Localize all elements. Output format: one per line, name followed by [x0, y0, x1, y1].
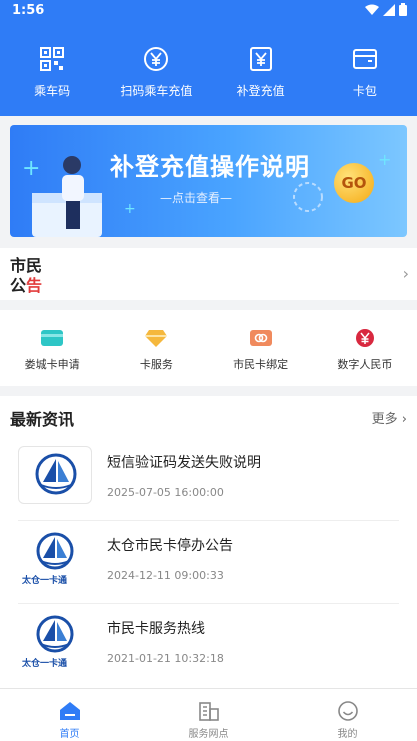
- signal-icon: [383, 3, 395, 16]
- go-button[interactable]: GO: [334, 163, 374, 203]
- smiley-icon: [337, 701, 358, 721]
- news-item[interactable]: 短信验证码发送失败说明 2025-07-05 16:00:00: [18, 438, 399, 521]
- sailboat-logo-icon: [36, 532, 74, 570]
- yuan-card-icon: [249, 47, 272, 71]
- tab-label: 我的: [337, 729, 358, 740]
- news-date: 2024-12-11 09:00:33: [107, 569, 224, 582]
- news-thumbnail: [18, 446, 92, 504]
- news-item[interactable]: 太仓一卡通 太仓市民卡停办公告 2024-12-11 09:00:33: [18, 521, 399, 604]
- service-label: 娄城卡申请: [24, 358, 80, 371]
- service-citizen-card-bind[interactable]: 市民卡绑定: [209, 310, 313, 386]
- news-date: 2021-01-21 10:32:18: [107, 652, 224, 665]
- bottom-nav: 首页 服务网点 我的: [0, 688, 417, 741]
- news-date: 2025-07-05 16:00:00: [107, 486, 224, 499]
- yuan-coin-icon: [355, 329, 374, 347]
- service-label: 数字人民币: [337, 358, 393, 371]
- news-thumbnail: 太仓一卡通: [18, 529, 92, 587]
- notice-label-line1: 市民: [10, 256, 43, 275]
- status-icons: [365, 3, 407, 16]
- status-bar: 1:56: [0, 0, 417, 22]
- notice-label: 市民 公告: [10, 256, 50, 296]
- yuan-circle-icon: [144, 47, 169, 71]
- news-logo-caption: 太仓一卡通: [22, 576, 68, 586]
- qr-code-icon: [40, 47, 65, 71]
- service-loucheng-card-apply[interactable]: 娄城卡申请: [0, 310, 104, 386]
- card-icon: [41, 330, 64, 346]
- top-nav: 乘车码 扫码乘车充值 补登充值 卡包: [0, 22, 417, 116]
- notice-label-line2: 公告: [10, 276, 50, 296]
- home-icon: [59, 702, 80, 720]
- service-label: 市民卡绑定: [233, 358, 289, 371]
- top-nav-ride-code[interactable]: 乘车码: [0, 22, 104, 116]
- status-time: 1:56: [12, 3, 45, 18]
- chevron-right-icon: ›: [402, 264, 409, 283]
- news-title: 太仓市民卡停办公告: [107, 538, 233, 554]
- banner-title: 补登充值操作说明: [110, 153, 310, 181]
- news-title: 短信验证码发送失败说明: [107, 455, 261, 471]
- top-nav-label: 乘车码: [34, 84, 71, 98]
- diamond-icon: [145, 330, 168, 347]
- banner[interactable]: + + + 补登充值操作说明 —点击查看— GO: [10, 125, 407, 237]
- sailboat-logo-icon: [36, 615, 74, 653]
- tab-home[interactable]: 首页: [0, 689, 139, 741]
- banner-subtitle: —点击查看—: [160, 191, 233, 205]
- news-item[interactable]: 太仓一卡通 市民卡服务热线 2021-01-21 10:32:18: [18, 604, 399, 687]
- citizen-notice[interactable]: 市民 公告 ›: [0, 248, 417, 300]
- top-nav-scan-recharge[interactable]: 扫码乘车充值: [104, 22, 208, 116]
- tab-mine[interactable]: 我的: [278, 689, 417, 741]
- notice-label-char: 公: [10, 276, 27, 295]
- service-card-service[interactable]: 卡服务: [104, 310, 208, 386]
- link-card-icon: [249, 330, 272, 346]
- top-nav-label: 卡包: [352, 84, 377, 98]
- news-header: 最新资讯: [10, 410, 75, 429]
- wifi-icon: [365, 4, 379, 15]
- top-nav-wallet[interactable]: 卡包: [313, 22, 417, 116]
- top-nav-label: 补登充值: [236, 84, 285, 98]
- news-section: 最新资讯 更多 › 短信验证码发送失败说明 2025-07-05 16:00:0…: [0, 396, 417, 688]
- service-digital-rmb[interactable]: 数字人民币: [313, 310, 417, 386]
- news-title: 市民卡服务热线: [107, 621, 205, 637]
- top-nav-supplement-recharge[interactable]: 补登充值: [209, 22, 313, 116]
- building-icon: [198, 702, 219, 721]
- wallet-icon: [352, 49, 377, 69]
- svg-text:+: +: [22, 156, 40, 181]
- news-thumbnail: 太仓一卡通: [18, 612, 92, 670]
- sailboat-logo-icon: [35, 453, 77, 495]
- notice-label-char-red: 告: [26, 276, 43, 295]
- tab-label: 首页: [59, 729, 80, 740]
- chevron-right-icon: ›: [401, 412, 407, 427]
- news-more-link[interactable]: 更多 ›: [372, 408, 407, 427]
- tab-service-outlets[interactable]: 服务网点: [139, 689, 278, 741]
- tab-label: 服务网点: [188, 729, 229, 740]
- news-more-label: 更多: [371, 412, 398, 427]
- go-label: GO: [341, 174, 367, 192]
- svg-text:+: +: [378, 150, 391, 169]
- svg-text:+: +: [124, 201, 136, 217]
- top-nav-label: 扫码乘车充值: [120, 84, 193, 98]
- battery-icon: [399, 3, 407, 16]
- news-logo-caption: 太仓一卡通: [22, 659, 68, 669]
- services-grid: 娄城卡申请 卡服务 市民卡绑定 数字人民币: [0, 310, 417, 386]
- service-label: 卡服务: [139, 358, 173, 371]
